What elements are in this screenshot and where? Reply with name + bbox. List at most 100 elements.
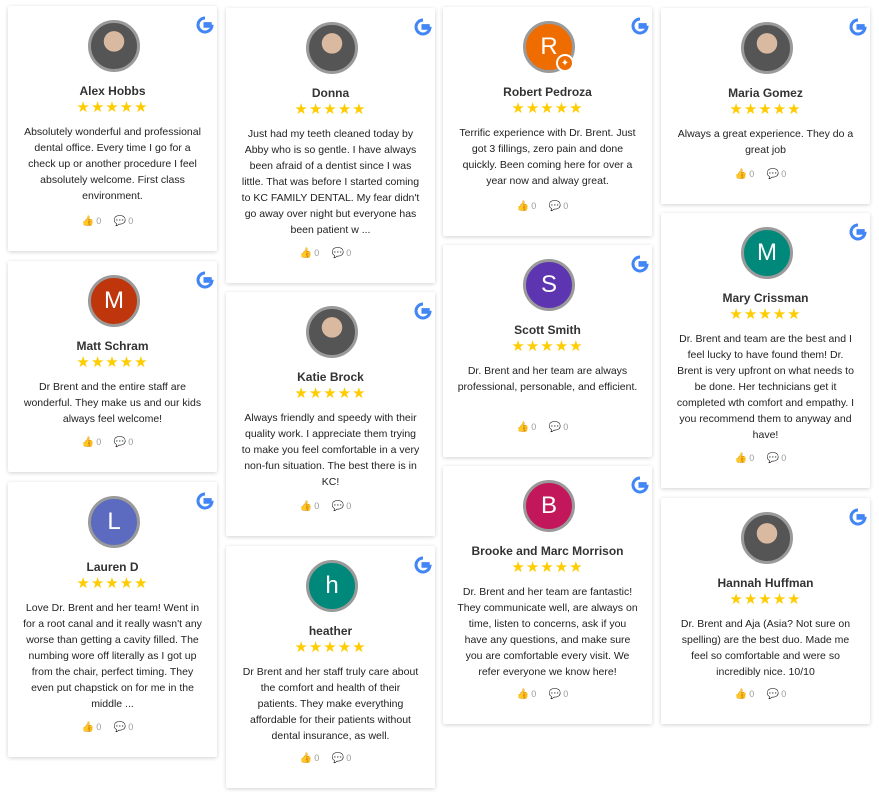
star-rating: ★★★★★ [511, 559, 584, 576]
star-rating: ★★★★★ [729, 591, 802, 608]
thumbs-up-icon[interactable]: 👍 [735, 169, 747, 180]
comment-icon[interactable]: 💬 [549, 201, 561, 212]
avatar: h [306, 560, 358, 612]
thumbs-up-icon[interactable]: 👍 [82, 437, 94, 448]
avatar: B [523, 480, 575, 532]
review-text: Love Dr. Brent and her team! Went in for… [23, 602, 202, 710]
review-card: Alex Hobbs ★★★★★ Absolutely wonderful an… [8, 6, 217, 251]
star-rating: ★★★★★ [76, 575, 149, 592]
comment-icon[interactable]: 💬 [767, 169, 779, 180]
reviewer-name: Mary Crissman [722, 291, 809, 305]
google-icon [631, 255, 649, 273]
reviewer-name: Scott Smith [514, 323, 581, 337]
review-text: Just had my teeth cleaned today by Abby … [241, 128, 420, 236]
review-text: Dr. Brent and team are the best and I fe… [676, 333, 855, 441]
avatar [306, 306, 358, 358]
comment-icon[interactable]: 💬 [767, 689, 779, 700]
review-text: Always a great experience. They do a gre… [677, 128, 854, 156]
review-text: Terrific experience with Dr. Brent. Just… [459, 127, 636, 187]
reviewer-name: Matt Schram [76, 339, 149, 353]
avatar [306, 22, 358, 74]
avatar: L [88, 496, 140, 548]
thumbs-up-icon[interactable]: 👍 [82, 722, 94, 733]
thumbs-up-icon[interactable]: 👍 [300, 501, 312, 512]
thumbs-up-icon[interactable]: 👍 [300, 248, 312, 259]
review-meta: 👍 0 💬 0 [734, 169, 787, 180]
reviewer-name: Donna [311, 86, 350, 100]
local-guide-badge-icon: ✦ [556, 54, 574, 72]
review-card: Donna ★★★★★ Just had my teeth cleaned to… [226, 8, 435, 283]
review-meta: 👍 0 💬 0 [516, 422, 569, 433]
review-card: L Lauren D ★★★★★ Love Dr. Brent and her … [8, 482, 217, 757]
star-rating: ★★★★★ [729, 101, 802, 118]
star-rating: ★★★★★ [511, 100, 584, 117]
google-icon [196, 492, 214, 510]
review-meta: 👍 0 💬 0 [299, 501, 352, 512]
review-meta: 👍 0 💬 0 [81, 722, 134, 733]
avatar: R ✦ [523, 21, 575, 73]
avatar [741, 512, 793, 564]
reviewer-name: Lauren D [86, 560, 139, 574]
comment-icon[interactable]: 💬 [332, 753, 344, 764]
star-rating: ★★★★★ [294, 101, 367, 118]
thumbs-up-icon[interactable]: 👍 [82, 216, 94, 227]
star-rating: ★★★★★ [76, 354, 149, 371]
review-text: Dr. Brent and her team are always profes… [457, 365, 638, 393]
review-card: M Matt Schram ★★★★★ Dr Brent and the ent… [8, 261, 217, 472]
google-icon [414, 302, 432, 320]
review-card: Maria Gomez ★★★★★ Always a great experie… [661, 8, 870, 204]
thumbs-up-icon[interactable]: 👍 [517, 689, 529, 700]
thumbs-up-icon[interactable]: 👍 [517, 422, 529, 433]
star-rating: ★★★★★ [294, 639, 367, 656]
reviewer-name: Robert Pedroza [503, 85, 592, 99]
review-card: Hannah Huffman ★★★★★ Dr. Brent and Aja (… [661, 498, 870, 724]
star-rating: ★★★★★ [294, 385, 367, 402]
avatar: M [741, 227, 793, 279]
google-icon [414, 18, 432, 36]
thumbs-up-icon[interactable]: 👍 [300, 753, 312, 764]
google-icon [414, 556, 432, 574]
review-meta: 👍 0 💬 0 [81, 216, 134, 227]
thumbs-up-icon[interactable]: 👍 [517, 201, 529, 212]
review-text: Dr Brent and her staff truly care about … [242, 666, 419, 742]
review-meta: 👍 0 💬 0 [516, 689, 569, 700]
avatar: M [88, 275, 140, 327]
reviewer-name: heather [308, 624, 353, 638]
review-card: R ✦ Robert Pedroza ★★★★★ Terrific experi… [443, 7, 652, 236]
google-icon [849, 223, 867, 241]
thumbs-up-icon[interactable]: 👍 [735, 689, 747, 700]
review-text: Absolutely wonderful and professional de… [24, 126, 201, 202]
google-icon [631, 17, 649, 35]
review-meta: 👍 0 💬 0 [299, 753, 352, 764]
review-text: Dr. Brent and Aja (Asia? Not sure on spe… [680, 618, 851, 678]
star-rating: ★★★★★ [76, 99, 149, 116]
google-icon [849, 508, 867, 526]
review-meta: 👍 0 💬 0 [299, 248, 352, 259]
review-card: B Brooke and Marc Morrison ★★★★★ Dr. Bre… [443, 466, 652, 724]
comment-icon[interactable]: 💬 [114, 437, 126, 448]
google-icon [196, 271, 214, 289]
review-meta: 👍 0 💬 0 [81, 437, 134, 448]
review-card: Katie Brock ★★★★★ Always friendly and sp… [226, 292, 435, 536]
comment-icon[interactable]: 💬 [549, 689, 561, 700]
reviewer-name: Brooke and Marc Morrison [471, 544, 624, 558]
comment-icon[interactable]: 💬 [767, 453, 779, 464]
star-rating: ★★★★★ [729, 306, 802, 323]
review-text: Dr Brent and the entire staff are wonder… [23, 381, 202, 425]
comment-icon[interactable]: 💬 [114, 722, 126, 733]
review-card: h heather ★★★★★ Dr Brent and her staff t… [226, 546, 435, 788]
review-text: Dr. Brent and her team are fantastic! Th… [457, 586, 638, 678]
comment-icon[interactable]: 💬 [114, 216, 126, 227]
review-meta: 👍 0 💬 0 [516, 201, 569, 212]
avatar: S [523, 259, 575, 311]
comment-icon[interactable]: 💬 [549, 422, 561, 433]
reviewer-name: Maria Gomez [728, 86, 803, 100]
review-text: Always friendly and speedy with their qu… [241, 412, 420, 488]
google-icon [631, 476, 649, 494]
thumbs-up-icon[interactable]: 👍 [735, 453, 747, 464]
google-icon [196, 16, 214, 34]
avatar [741, 22, 793, 74]
comment-icon[interactable]: 💬 [332, 248, 344, 259]
reviewer-name: Katie Brock [297, 370, 364, 384]
comment-icon[interactable]: 💬 [332, 501, 344, 512]
